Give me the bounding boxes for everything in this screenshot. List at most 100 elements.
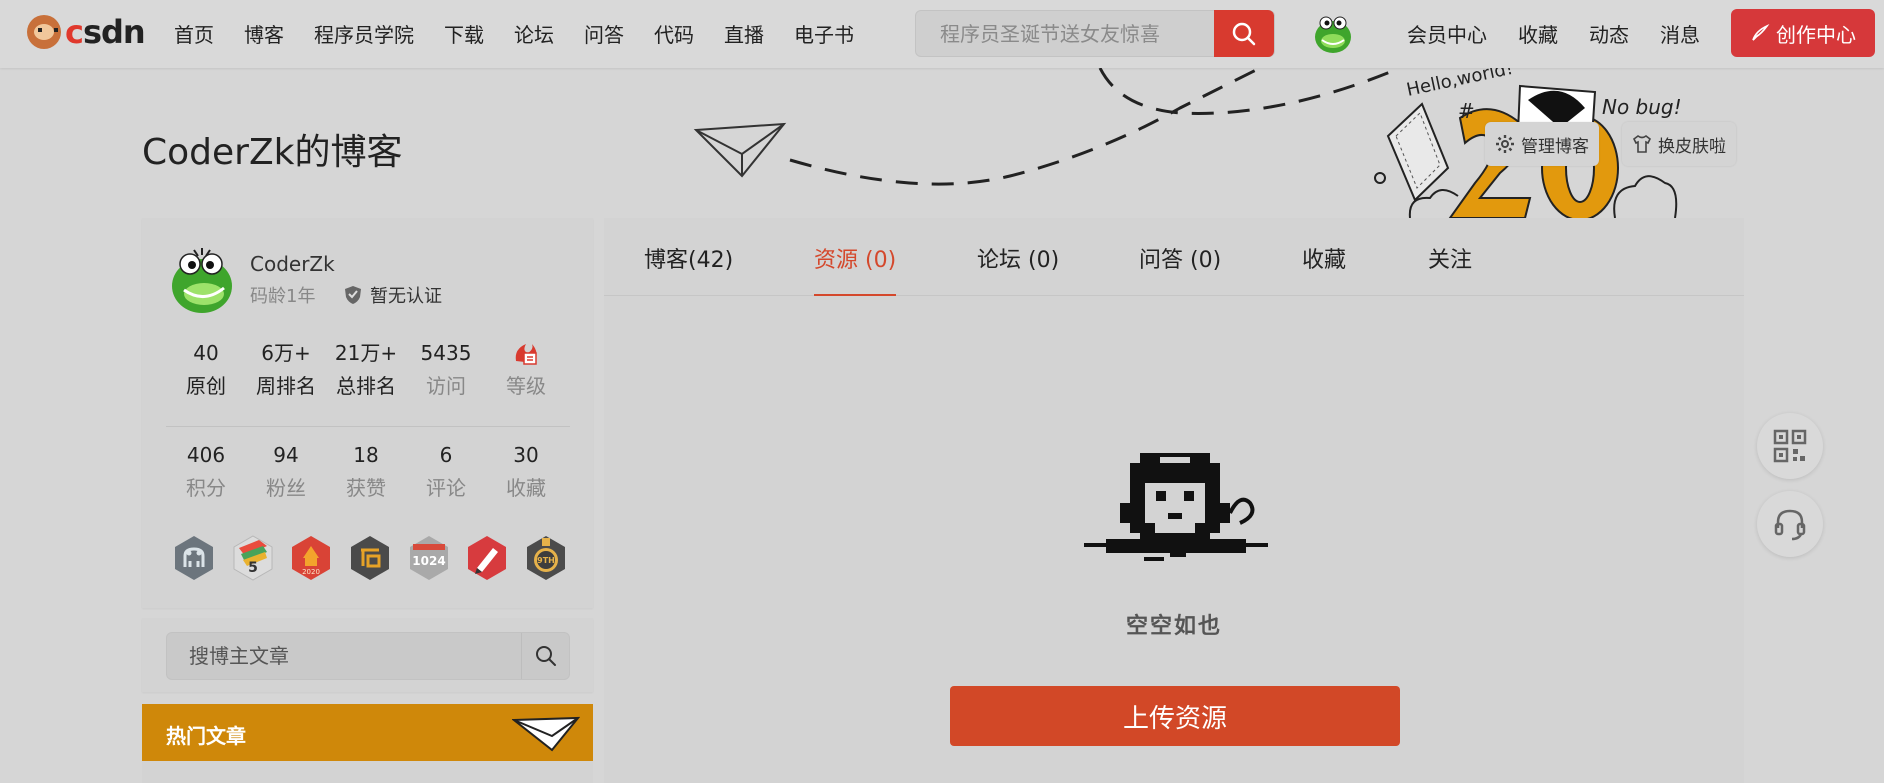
- nav-item-vip[interactable]: 会员中心: [1407, 19, 1487, 48]
- brand-name: csdn: [65, 13, 146, 51]
- badge-9th-text: 9TH: [537, 556, 555, 565]
- blog-search-input[interactable]: [167, 633, 511, 679]
- stats-row-2: 406 积分 94 粉丝 18 获赞 6 评论 30 收藏: [166, 440, 566, 506]
- tab-forum[interactable]: 论坛 (0): [977, 242, 1059, 296]
- stat-points: 406 积分: [166, 440, 246, 506]
- nav-item-ebook[interactable]: 电子书: [794, 19, 854, 48]
- monkey-logo-icon: [27, 15, 61, 49]
- stat-value: 6万+: [261, 341, 311, 365]
- stat-value: 18: [353, 443, 379, 467]
- top-search-button[interactable]: [1214, 10, 1274, 57]
- code-badge-icon[interactable]: [346, 534, 394, 582]
- empty-state-monkey-icon: [1084, 453, 1268, 561]
- nav-item-download[interactable]: 下载: [444, 19, 484, 48]
- nav-item-favorites[interactable]: 收藏: [1518, 19, 1558, 48]
- customer-service-button[interactable]: [1757, 491, 1823, 557]
- stat-label: 评论: [426, 476, 466, 500]
- paper-plane-icon: [512, 716, 580, 752]
- nav-item-qa[interactable]: 问答: [584, 19, 624, 48]
- create-center-label: 创作中心: [1776, 22, 1856, 47]
- tab-favorites[interactable]: 收藏: [1302, 242, 1346, 296]
- stat-level[interactable]: 等级: [486, 338, 566, 404]
- change-skin-button[interactable]: 换皮肤啦: [1622, 122, 1736, 166]
- tab-blog[interactable]: 博客(42): [644, 242, 733, 296]
- github-badge-icon[interactable]: [170, 534, 218, 582]
- stat-level-icon-wrap: [486, 338, 566, 368]
- nav-item-academy[interactable]: 程序员学院: [314, 19, 414, 48]
- profile-avatar[interactable]: [166, 244, 238, 316]
- stat-total-rank[interactable]: 21万+ 总排名: [326, 338, 406, 404]
- stat-value: 6: [439, 443, 453, 467]
- ninth-anniversary-badge-icon[interactable]: 9TH: [522, 534, 570, 582]
- nav-item-blog[interactable]: 博客: [244, 19, 284, 48]
- main-content: 博客(42) 资源 (0) 论坛 (0) 问答 (0) 收藏 关注 空空如也 上…: [604, 218, 1744, 783]
- stat-label: 积分: [186, 476, 226, 500]
- 1024-badge-icon[interactable]: 1024: [405, 534, 453, 582]
- stat-value: 5435: [420, 341, 472, 365]
- blog-search: [166, 632, 570, 680]
- pen-badge-icon[interactable]: [463, 534, 511, 582]
- badge-list: 5 2020 1024 9TH: [170, 534, 570, 582]
- stat-value: 406: [186, 443, 226, 467]
- stat-label: 获赞: [346, 476, 386, 500]
- gear-icon: [1496, 135, 1514, 153]
- user-nav: 会员中心 收藏 动态 消息: [1407, 0, 1731, 66]
- stat-label: 周排名: [256, 374, 316, 398]
- nav-item-messages[interactable]: 消息: [1660, 19, 1700, 48]
- stat-label: 粉丝: [266, 476, 306, 500]
- shirt-icon: [1632, 135, 1652, 153]
- upload-resource-button[interactable]: 上传资源: [950, 686, 1400, 746]
- stat-visits: 5435 访问: [406, 338, 486, 404]
- top-search: [915, 10, 1275, 57]
- hot-articles-header: 热门文章: [142, 704, 593, 761]
- blog-search-button[interactable]: [521, 633, 569, 679]
- main-nav: 首页 博客 程序员学院 下载 论坛 问答 代码 直播 电子书: [174, 0, 884, 66]
- stat-label: 等级: [506, 374, 546, 398]
- create-center-button[interactable]: 创作中心: [1731, 9, 1875, 57]
- banner-hello-text: Hello,world!: [1405, 68, 1515, 101]
- stat-label: 访问: [426, 374, 466, 398]
- badge-five-text: 5: [248, 560, 258, 576]
- stat-fans[interactable]: 94 粉丝: [246, 440, 326, 506]
- hot-articles-list: [142, 761, 593, 783]
- top-search-input[interactable]: [916, 11, 1216, 56]
- nav-item-code[interactable]: 代码: [654, 19, 694, 48]
- five-year-badge-icon[interactable]: 5: [229, 534, 277, 582]
- change-skin-label: 换皮肤啦: [1658, 136, 1726, 157]
- stats-row-1: 40 原创 6万+ 周排名 21万+ 总排名 5435 访问 等级: [166, 338, 566, 404]
- blog-title: CoderZk的博客: [142, 132, 403, 173]
- empty-state-text: 空空如也: [1125, 614, 1222, 639]
- user-avatar[interactable]: [1310, 10, 1356, 56]
- stat-weekly-rank[interactable]: 6万+ 周排名: [246, 338, 326, 404]
- nav-item-activity[interactable]: 动态: [1589, 19, 1629, 48]
- year-2020-badge-icon[interactable]: 2020: [287, 534, 335, 582]
- stat-value: 21万+: [334, 341, 398, 365]
- search-icon: [535, 646, 556, 666]
- level-icon: [515, 344, 537, 365]
- profile-certification[interactable]: 暂无认证: [344, 282, 442, 308]
- tab-resources[interactable]: 资源 (0): [814, 242, 897, 296]
- shield-icon: [345, 286, 361, 304]
- quill-icon: [1752, 24, 1770, 41]
- profile-name[interactable]: CoderZk: [250, 252, 335, 276]
- stat-value: 30: [513, 443, 539, 467]
- nav-item-forum[interactable]: 论坛: [514, 19, 554, 48]
- manage-blog-button[interactable]: 管理博客: [1485, 122, 1599, 166]
- stat-value: 94: [273, 443, 299, 467]
- qrcode-button[interactable]: [1757, 413, 1823, 479]
- stat-original[interactable]: 40 原创: [166, 338, 246, 404]
- csdn-logo[interactable]: csdn: [27, 12, 146, 52]
- headset-icon: [1774, 509, 1806, 541]
- tab-qa[interactable]: 问答 (0): [1139, 242, 1221, 296]
- nav-item-live[interactable]: 直播: [724, 19, 764, 48]
- banner-nobug-text: No bug!: [1602, 95, 1680, 119]
- nav-item-home[interactable]: 首页: [174, 19, 214, 48]
- stat-comments: 6 评论: [406, 440, 486, 506]
- profile-code-age: 码龄1年: [250, 286, 316, 307]
- tab-following[interactable]: 关注: [1428, 242, 1472, 296]
- content-tabs: 博客(42) 资源 (0) 论坛 (0) 问答 (0) 收藏 关注: [604, 218, 1744, 296]
- manage-blog-label: 管理博客: [1521, 136, 1589, 157]
- stat-value: 40: [193, 341, 219, 365]
- stats-divider: [166, 426, 570, 427]
- search-icon: [1232, 22, 1256, 45]
